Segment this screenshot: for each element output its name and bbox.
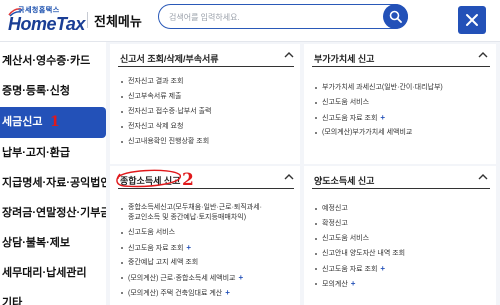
link-item[interactable]: 신고도움 서비스 [120,225,262,240]
link-text-line1: 종합소득세신고(모두채움·일반·근로·퇴직과세· [128,204,263,211]
link-list: 종합소득세신고(모두채움·일반·근로·퇴직과세· 종교인소득 및 종간예납·토지… [120,201,262,300]
panel-vat: 부가가치세 신고 부가가치세 과세신고(일반·간이·대리납부) 신고도움 서비스… [304,44,496,164]
sidebar-item-statements[interactable]: 지급명세·자료·공익법인 [0,168,111,198]
link-item[interactable]: 신고도움 서비스 [314,231,405,246]
panel-title[interactable]: 부가가치세 신고 [314,52,374,65]
link-item[interactable]: 부가가치세 과세신고(일반·간이·대리납부) [314,80,443,95]
link-item[interactable]: 신고도움 자료 조회 + [314,261,405,276]
link-item[interactable]: 전자신고 결과 조회 [120,74,212,89]
link-item[interactable]: 예정신고 [314,201,405,216]
panel-divider [118,66,294,67]
link-text: 모의계산 [322,281,348,288]
sidebar-item-certificates[interactable]: 증명·등록·신청 [0,76,106,106]
sidebar-item-receipts[interactable]: 계산서·영수증·카드 [0,46,106,76]
logo-text: HomeTax [8,14,85,34]
annotation-circle [116,169,181,188]
link-item[interactable]: (모의계산)부가가치세 세액비교 [314,125,443,140]
menu-content: 신고서 조회/삭제/부속서류 전자신고 결과 조회 신고부속서류 제출 전자신고… [106,42,500,305]
link-text-line2: 종교인소득 및 종간예납·토지등매매차익) [128,214,247,221]
annotation-mark-1: 1 [50,114,60,130]
link-text: 신고도움 자료 조회 [322,266,378,273]
chevron-up-icon[interactable] [478,173,488,181]
search-icon [389,10,402,23]
link-item[interactable]: 신고도움 자료 조회 + [120,240,262,255]
link-list: 부가가치세 과세신고(일반·간이·대리납부) 신고도움 서비스 신고도움 자료 … [314,80,443,140]
plus-icon: + [186,243,192,252]
link-item[interactable]: (모의계산) 주택 건축임대료 계산 + [120,285,262,300]
link-item[interactable]: 신고안내 양도자산 내역 조회 [314,246,405,261]
sidebar-item-incentives[interactable]: 장려금·연말정산·기부금 [0,198,111,228]
chevron-up-icon[interactable] [478,51,488,59]
panel-title[interactable]: 양도소득세 신고 [314,174,374,187]
plus-icon: + [225,288,230,297]
link-item[interactable]: 모의계산 + [314,276,405,291]
link-item[interactable]: 신고부속서류 제출 [120,89,212,104]
link-text: (모의계산) 주택 건축임대료 계산 [128,290,223,297]
panel-divider [312,188,490,189]
plus-icon: + [350,279,356,288]
link-text: (모의계산) 근로·종합소득세 세액비교 [128,275,236,282]
search-button[interactable] [383,4,408,29]
close-icon [466,14,478,26]
plus-icon: + [380,264,386,273]
link-list: 예정신고 확정신고 신고도움 서비스 신고안내 양도자산 내역 조회 신고도움 … [314,201,405,291]
link-item[interactable]: 신고내용확인 진행상황 조회 [120,134,212,149]
sidebar-item-etc[interactable]: 기타 [0,288,106,305]
panel-return-inquiry: 신고서 조회/삭제/부속서류 전자신고 결과 조회 신고부속서류 제출 전자신고… [110,44,300,164]
panel-income-tax: 종합소득세 신고 종합소득세신고(모두채움·일반·근로·퇴직과세· 종교인소득 … [110,166,300,305]
hometax-logo[interactable]: 국세청홈택스 HomeTax [8,5,86,37]
chevron-up-icon[interactable] [284,173,294,181]
plus-icon: + [380,113,386,122]
header-divider [87,12,88,28]
link-item[interactable]: 전자신고 접수증·납부서 출력 [120,104,212,119]
panel-divider [312,66,490,67]
annotation-mark-2: 2 [182,170,194,190]
link-item[interactable]: 신고도움 서비스 [314,95,443,110]
top-header: 국세청홈택스 HomeTax 전체메뉴 [0,0,500,42]
link-item[interactable]: (모의계산) 근로·종합소득세 세액비교 + [120,270,262,285]
link-item[interactable]: 중간예납 고지 세액 조회 [120,255,262,270]
search-input[interactable] [169,8,369,26]
sidebar-item-tax-agent[interactable]: 세무대리·납세관리 [0,258,106,288]
sidebar-item-payment[interactable]: 납부·고지·환급 [0,138,106,168]
link-item[interactable]: 전자신고 삭제 요청 [120,119,212,134]
menu-title: 전체메뉴 [94,14,142,29]
link-list: 전자신고 결과 조회 신고부속서류 제출 전자신고 접수증·납부서 출력 전자신… [120,74,212,149]
chevron-up-icon[interactable] [284,51,294,59]
link-text: 신고도움 자료 조회 [322,115,378,122]
panel-title[interactable]: 신고서 조회/삭제/부속서류 [120,52,219,65]
category-sidebar: 계산서·영수증·카드 증명·등록·신청 세금신고 납부·고지·환급 지급명세·자… [0,42,111,305]
link-item[interactable]: 신고도움 자료 조회 + [314,110,443,125]
search-box [158,4,408,29]
link-item[interactable]: 종합소득세신고(모두채움·일반·근로·퇴직과세· 종교인소득 및 종간예납·토지… [120,201,262,225]
close-menu-button[interactable] [458,6,486,34]
sidebar-item-consultation[interactable]: 상담·불복·제보 [0,228,106,258]
link-text: 신고도움 자료 조회 [128,245,184,252]
panel-capital-gains: 양도소득세 신고 예정신고 확정신고 신고도움 서비스 신고안내 양도자산 내역… [304,166,496,305]
link-item[interactable]: 확정신고 [314,216,405,231]
plus-icon: + [238,273,244,282]
